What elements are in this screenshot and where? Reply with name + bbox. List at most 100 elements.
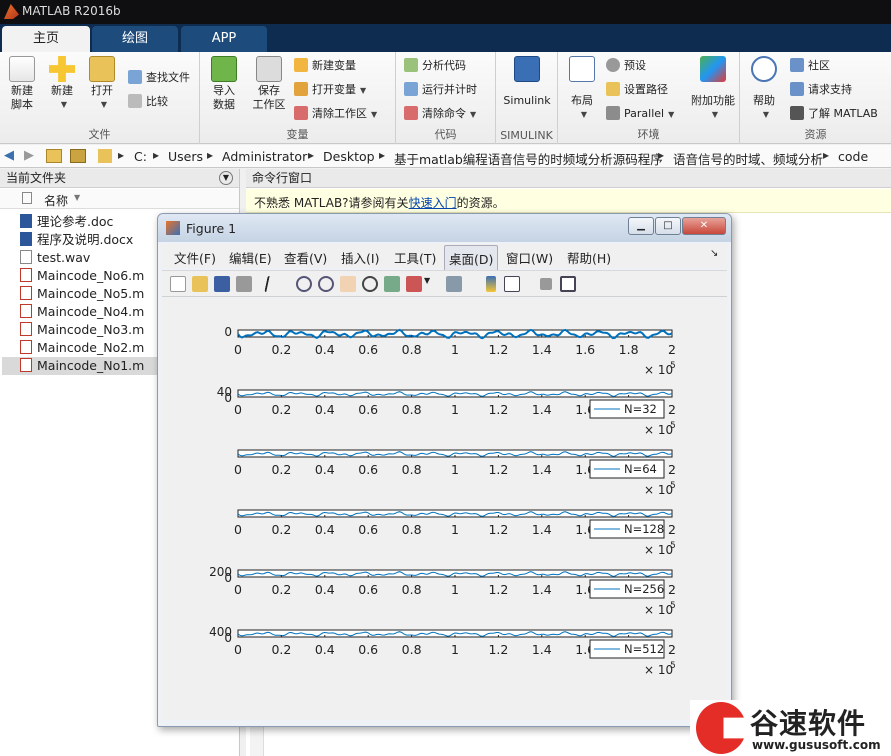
x-exponent-power: 5 <box>670 421 676 431</box>
save-icon[interactable] <box>214 276 230 292</box>
open-variable-label: 打开变量 <box>312 83 356 96</box>
hide-plot-tools-icon[interactable] <box>540 278 552 290</box>
menu-edit[interactable]: 编辑(E) <box>229 248 272 267</box>
figure-app-icon <box>166 221 180 235</box>
file-item[interactable]: Maincode_No3.m <box>20 321 144 339</box>
tab-apps[interactable]: APP <box>181 26 267 52</box>
file-item[interactable]: Maincode_No6.m <box>20 267 144 285</box>
pointer-icon[interactable] <box>264 276 278 292</box>
menu-help[interactable]: 帮助(H) <box>567 248 611 267</box>
breadcrumb-item[interactable]: Desktop <box>323 149 375 164</box>
help-label: 帮助 <box>753 94 775 107</box>
help-icon <box>751 56 777 82</box>
addons-button[interactable]: 附加功能 ▼ <box>686 56 740 122</box>
file-item[interactable]: 理论参考.doc <box>20 213 113 231</box>
legend-icon[interactable] <box>504 276 520 292</box>
open-variable-button[interactable]: 打开变量 ▼ <box>294 80 366 100</box>
forward-arrow-icon[interactable]: ▶ <box>24 148 34 163</box>
parallel-button[interactable]: Parallel ▼ <box>606 104 674 124</box>
file-item-selected[interactable]: Maincode_No1.m <box>2 357 160 375</box>
tab-plots[interactable]: 绘图 <box>92 26 178 52</box>
file-item[interactable]: Maincode_No5.m <box>20 285 144 303</box>
find-files-button[interactable]: 查找文件 <box>128 68 190 88</box>
analyze-code-button[interactable]: 分析代码 <box>404 56 466 76</box>
maximize-button[interactable]: □ <box>655 217 681 235</box>
save-workspace-button[interactable]: 保存 工作区 <box>246 56 292 112</box>
import-icon <box>211 56 237 82</box>
new-script-button[interactable]: 新建 脚本 <box>2 56 42 112</box>
menu-view[interactable]: 查看(V) <box>284 248 327 267</box>
show-plot-tools-icon[interactable] <box>560 276 576 292</box>
chevron-down-icon[interactable]: ▼ <box>424 276 432 292</box>
breadcrumb-item[interactable]: 语音信号的时域、频域分析 <box>673 149 823 168</box>
link-plot-icon[interactable] <box>446 276 462 292</box>
menu-desktop[interactable]: 桌面(D) <box>444 245 499 272</box>
legend-label: N=128 <box>624 522 664 536</box>
x-tick-label: 2 <box>668 402 676 417</box>
back-arrow-icon[interactable]: ◀ <box>4 148 14 163</box>
clear-commands-button[interactable]: 清除命令 ▼ <box>404 104 476 124</box>
file-item[interactable]: test.wav <box>20 249 90 267</box>
file-item[interactable]: Maincode_No4.m <box>20 303 144 321</box>
browse-folder-icon[interactable] <box>70 149 86 163</box>
clear-workspace-button[interactable]: 清除工作区 ▼ <box>294 104 377 124</box>
up-folder-icon[interactable] <box>46 149 62 163</box>
open-button[interactable]: 打开 ▼ <box>82 56 122 112</box>
getting-started-link[interactable]: 快速入门 <box>409 196 457 210</box>
compare-button[interactable]: 比较 <box>128 92 168 112</box>
request-support-button[interactable]: 请求支持 <box>790 80 852 100</box>
rotate-3d-icon[interactable] <box>362 276 378 292</box>
file-item[interactable]: Maincode_No2.m <box>20 339 144 357</box>
community-button[interactable]: 社区 <box>790 56 830 76</box>
clear-workspace-label: 清除工作区 <box>312 107 367 120</box>
subplots-svg: 0 0.2 0.4 0.6 0.8 1 1.2 1.4 1.6 1.8 20× 1050 0.2 0.4… <box>209 325 676 677</box>
minimize-button[interactable]: ▁ <box>628 217 654 235</box>
m-file-icon <box>20 268 32 282</box>
breadcrumb-item[interactable]: code <box>838 149 868 164</box>
set-path-button[interactable]: 设置路径 <box>606 80 668 100</box>
simulink-button[interactable]: Simulink <box>502 56 552 108</box>
menu-file[interactable]: 文件(F) <box>174 248 216 267</box>
new-figure-icon[interactable] <box>170 276 186 292</box>
data-cursor-icon[interactable] <box>384 276 400 292</box>
run-and-time-button[interactable]: 运行并计时 <box>404 80 477 100</box>
x-tick-label: 1 <box>451 402 459 417</box>
x-tick-label: 1 <box>451 582 459 597</box>
preferences-button[interactable]: 预设 <box>606 56 646 76</box>
x-tick-label: 0.4 <box>315 402 335 417</box>
panel-actions-icon[interactable]: ▼ <box>219 171 233 185</box>
new-variable-button[interactable]: 新建变量 <box>294 56 356 76</box>
zoom-out-icon[interactable] <box>318 276 334 292</box>
pan-hand-icon[interactable] <box>340 276 356 292</box>
brush-icon[interactable] <box>406 276 422 292</box>
breadcrumb-item[interactable]: 基于matlab编程语音信号的时频域分析源码程序 <box>394 149 663 168</box>
breadcrumb-separator: ▸ <box>658 148 665 162</box>
close-button[interactable]: ✕ <box>682 217 726 235</box>
file-item[interactable]: 程序及说明.docx <box>20 231 133 249</box>
y-tick-label: 0 <box>224 325 232 339</box>
layout-button[interactable]: 布局 ▼ <box>562 56 602 122</box>
open-file-icon[interactable] <box>192 276 208 292</box>
x-exponent-label: × 10 <box>644 423 673 437</box>
zoom-in-icon[interactable] <box>296 276 312 292</box>
colorbar-icon[interactable] <box>486 276 496 292</box>
print-icon[interactable] <box>236 276 252 292</box>
tab-home[interactable]: 主页 <box>2 26 90 52</box>
menu-window[interactable]: 窗口(W) <box>506 248 553 267</box>
breadcrumb-item[interactable]: C: <box>134 149 147 164</box>
x-tick-label: 1.2 <box>488 582 508 597</box>
watermark-brand: 谷速软件 <box>750 707 867 740</box>
help-button[interactable]: 帮助 ▼ <box>744 56 784 122</box>
undock-arrow-icon[interactable]: ↘ <box>710 248 718 259</box>
breadcrumb-item[interactable]: Users <box>168 149 203 164</box>
command-window-notice: 不熟悉 MATLAB?请参阅有关快速入门的资源。 <box>246 189 891 213</box>
breadcrumb-item[interactable]: Administrator <box>222 149 307 164</box>
learn-matlab-button[interactable]: 了解 MATLAB <box>790 104 878 124</box>
import-data-button[interactable]: 导入 数据 <box>204 56 244 112</box>
new-button[interactable]: 新建 ▼ <box>42 56 82 112</box>
menu-tools[interactable]: 工具(T) <box>394 248 436 267</box>
parallel-icon <box>606 106 620 120</box>
name-column-header[interactable]: 名称 <box>44 192 68 209</box>
new-script-icon <box>9 56 35 82</box>
menu-insert[interactable]: 插入(I) <box>341 248 379 267</box>
